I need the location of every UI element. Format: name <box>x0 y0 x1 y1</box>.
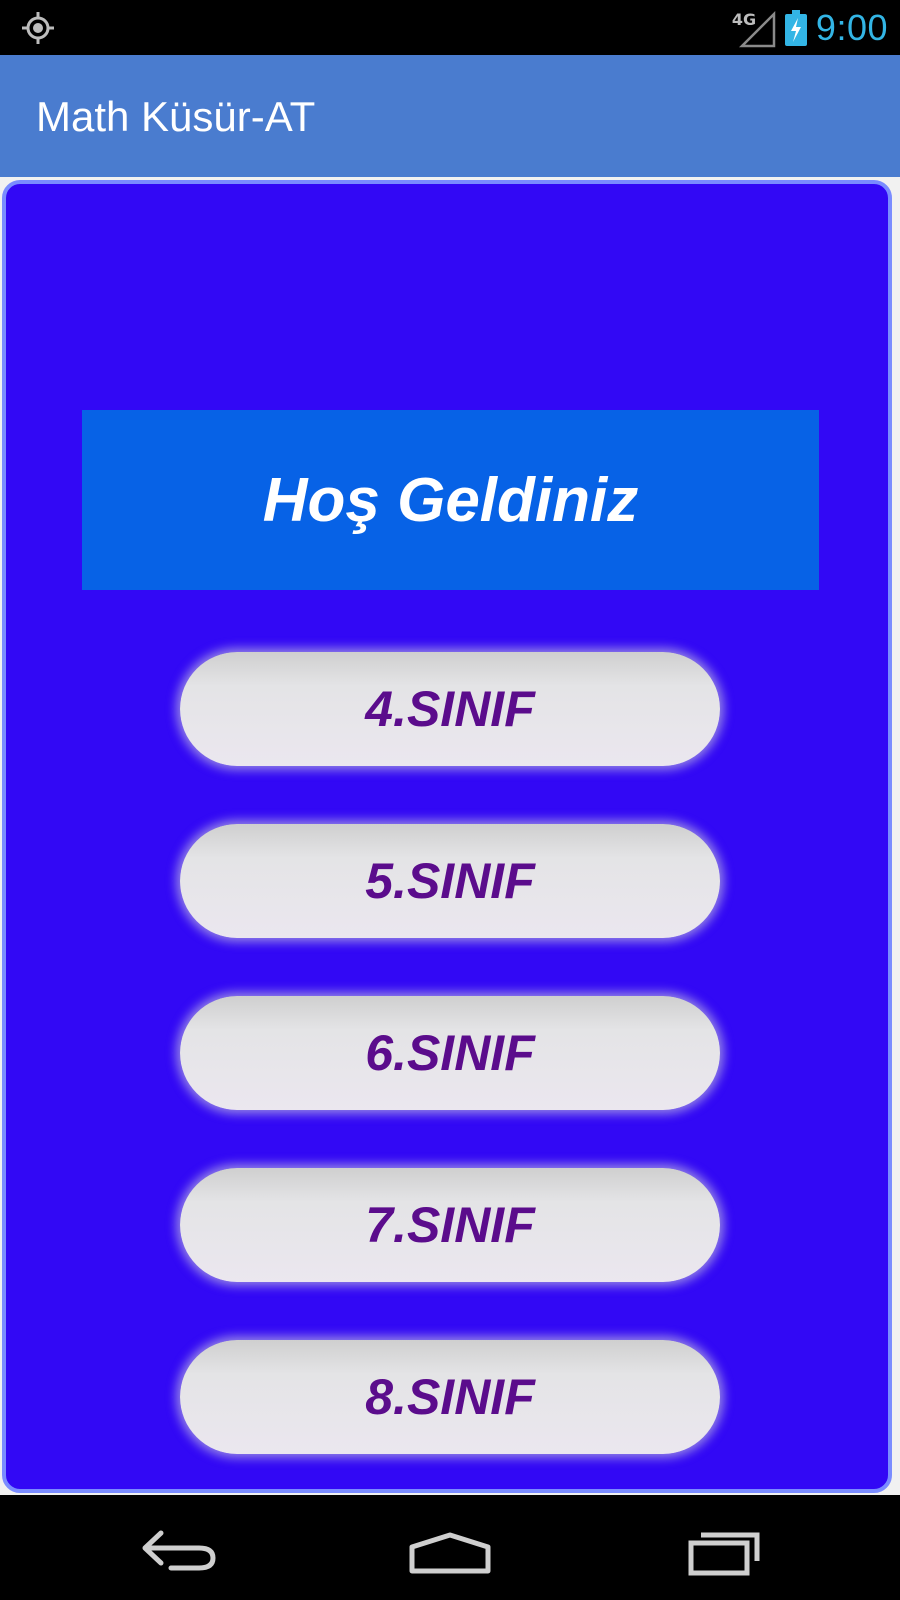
status-indicators: 4G 9:00 <box>732 0 888 55</box>
app-title: Math Küsür-AT <box>36 93 316 140</box>
status-clock: 9:00 <box>815 6 888 48</box>
grade-6-label: 6.SINIF <box>365 1025 535 1081</box>
signal-icon: 4G <box>732 8 776 48</box>
navigation-bar <box>0 1495 900 1600</box>
grade-7-button[interactable]: 7.SINIF <box>180 1168 720 1282</box>
home-icon[interactable] <box>390 1513 510 1583</box>
grade-6-button[interactable]: 6.SINIF <box>180 996 720 1110</box>
grade-8-button[interactable]: 8.SINIF <box>180 1340 720 1454</box>
grade-5-label: 5.SINIF <box>365 853 535 909</box>
grade-7-label: 7.SINIF <box>365 1197 535 1253</box>
back-icon[interactable] <box>115 1513 235 1583</box>
recents-icon[interactable] <box>665 1513 785 1583</box>
grade-4-button[interactable]: 4.SINIF <box>180 652 720 766</box>
grade-4-label: 4.SINIF <box>365 681 535 737</box>
grade-5-button[interactable]: 5.SINIF <box>180 824 720 938</box>
grade-8-label: 8.SINIF <box>365 1369 535 1425</box>
status-bar: 4G 9:00 <box>0 0 900 55</box>
welcome-text: Hoş Geldiniz <box>262 465 639 535</box>
welcome-banner: Hoş Geldiniz <box>82 410 819 590</box>
action-bar: Math Küsür-AT <box>0 55 900 177</box>
location-target-icon <box>20 10 56 46</box>
battery-charging-icon <box>784 9 808 46</box>
